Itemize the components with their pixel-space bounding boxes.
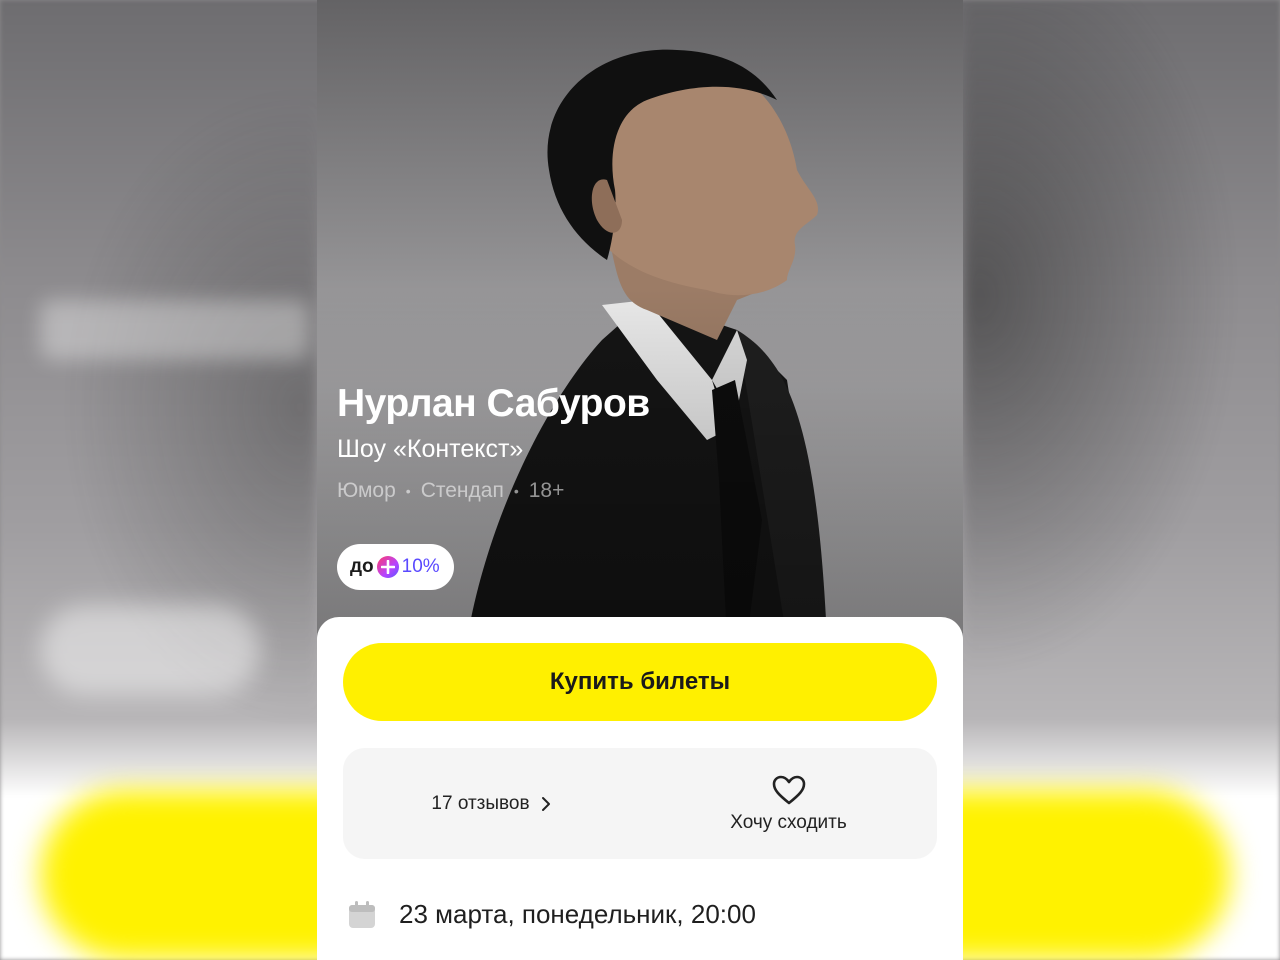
cashback-value: 10%	[401, 556, 440, 577]
backdrop-pill-blur	[40, 605, 260, 695]
tag-age-rating: 18+	[528, 479, 565, 502]
calendar-icon	[349, 900, 375, 928]
reviews-link[interactable]: 17 отзывов	[343, 748, 640, 859]
event-screen: Нурлан Сабуров Шоу «Контекст» Юмор • Сте…	[317, 0, 963, 960]
event-tags: Юмор • Стендап • 18+	[337, 477, 650, 505]
event-hero: Нурлан Сабуров Шоу «Контекст» Юмор • Сте…	[317, 0, 963, 640]
plus-icon	[376, 556, 399, 578]
backdrop-shadow-right	[963, 0, 1280, 740]
tag-subgenre: Стендап	[420, 479, 504, 502]
event-header: Нурлан Сабуров Шоу «Контекст» Юмор • Сте…	[337, 380, 650, 505]
reviews-label: 17 отзывов	[431, 792, 530, 814]
chevron-right-icon	[541, 796, 550, 811]
event-date-row: 23 марта, понедельник, 20:00	[347, 899, 756, 930]
want-to-go-button[interactable]: Хочу сходить	[640, 748, 937, 859]
cashback-badge[interactable]: до 10%	[337, 544, 454, 590]
event-actions-sheet: Купить билеты 17 отзывов Хочу сходить 23…	[317, 617, 963, 960]
event-date: 23 марта, понедельник, 20:00	[399, 899, 756, 929]
tag-genre: Юмор	[337, 479, 396, 502]
artist-name: Нурлан Сабуров	[337, 382, 650, 425]
want-to-go-label: Хочу сходить	[730, 811, 847, 833]
tag-separator: •	[513, 483, 519, 499]
actions-card: 17 отзывов Хочу сходить	[343, 748, 937, 859]
tag-separator: •	[405, 483, 411, 499]
show-title: Шоу «Контекст»	[337, 435, 524, 463]
backdrop-title-blur	[40, 300, 310, 360]
buy-tickets-button[interactable]: Купить билеты	[343, 643, 937, 721]
cashback-prefix: до	[350, 556, 374, 577]
heart-icon	[772, 775, 805, 804]
